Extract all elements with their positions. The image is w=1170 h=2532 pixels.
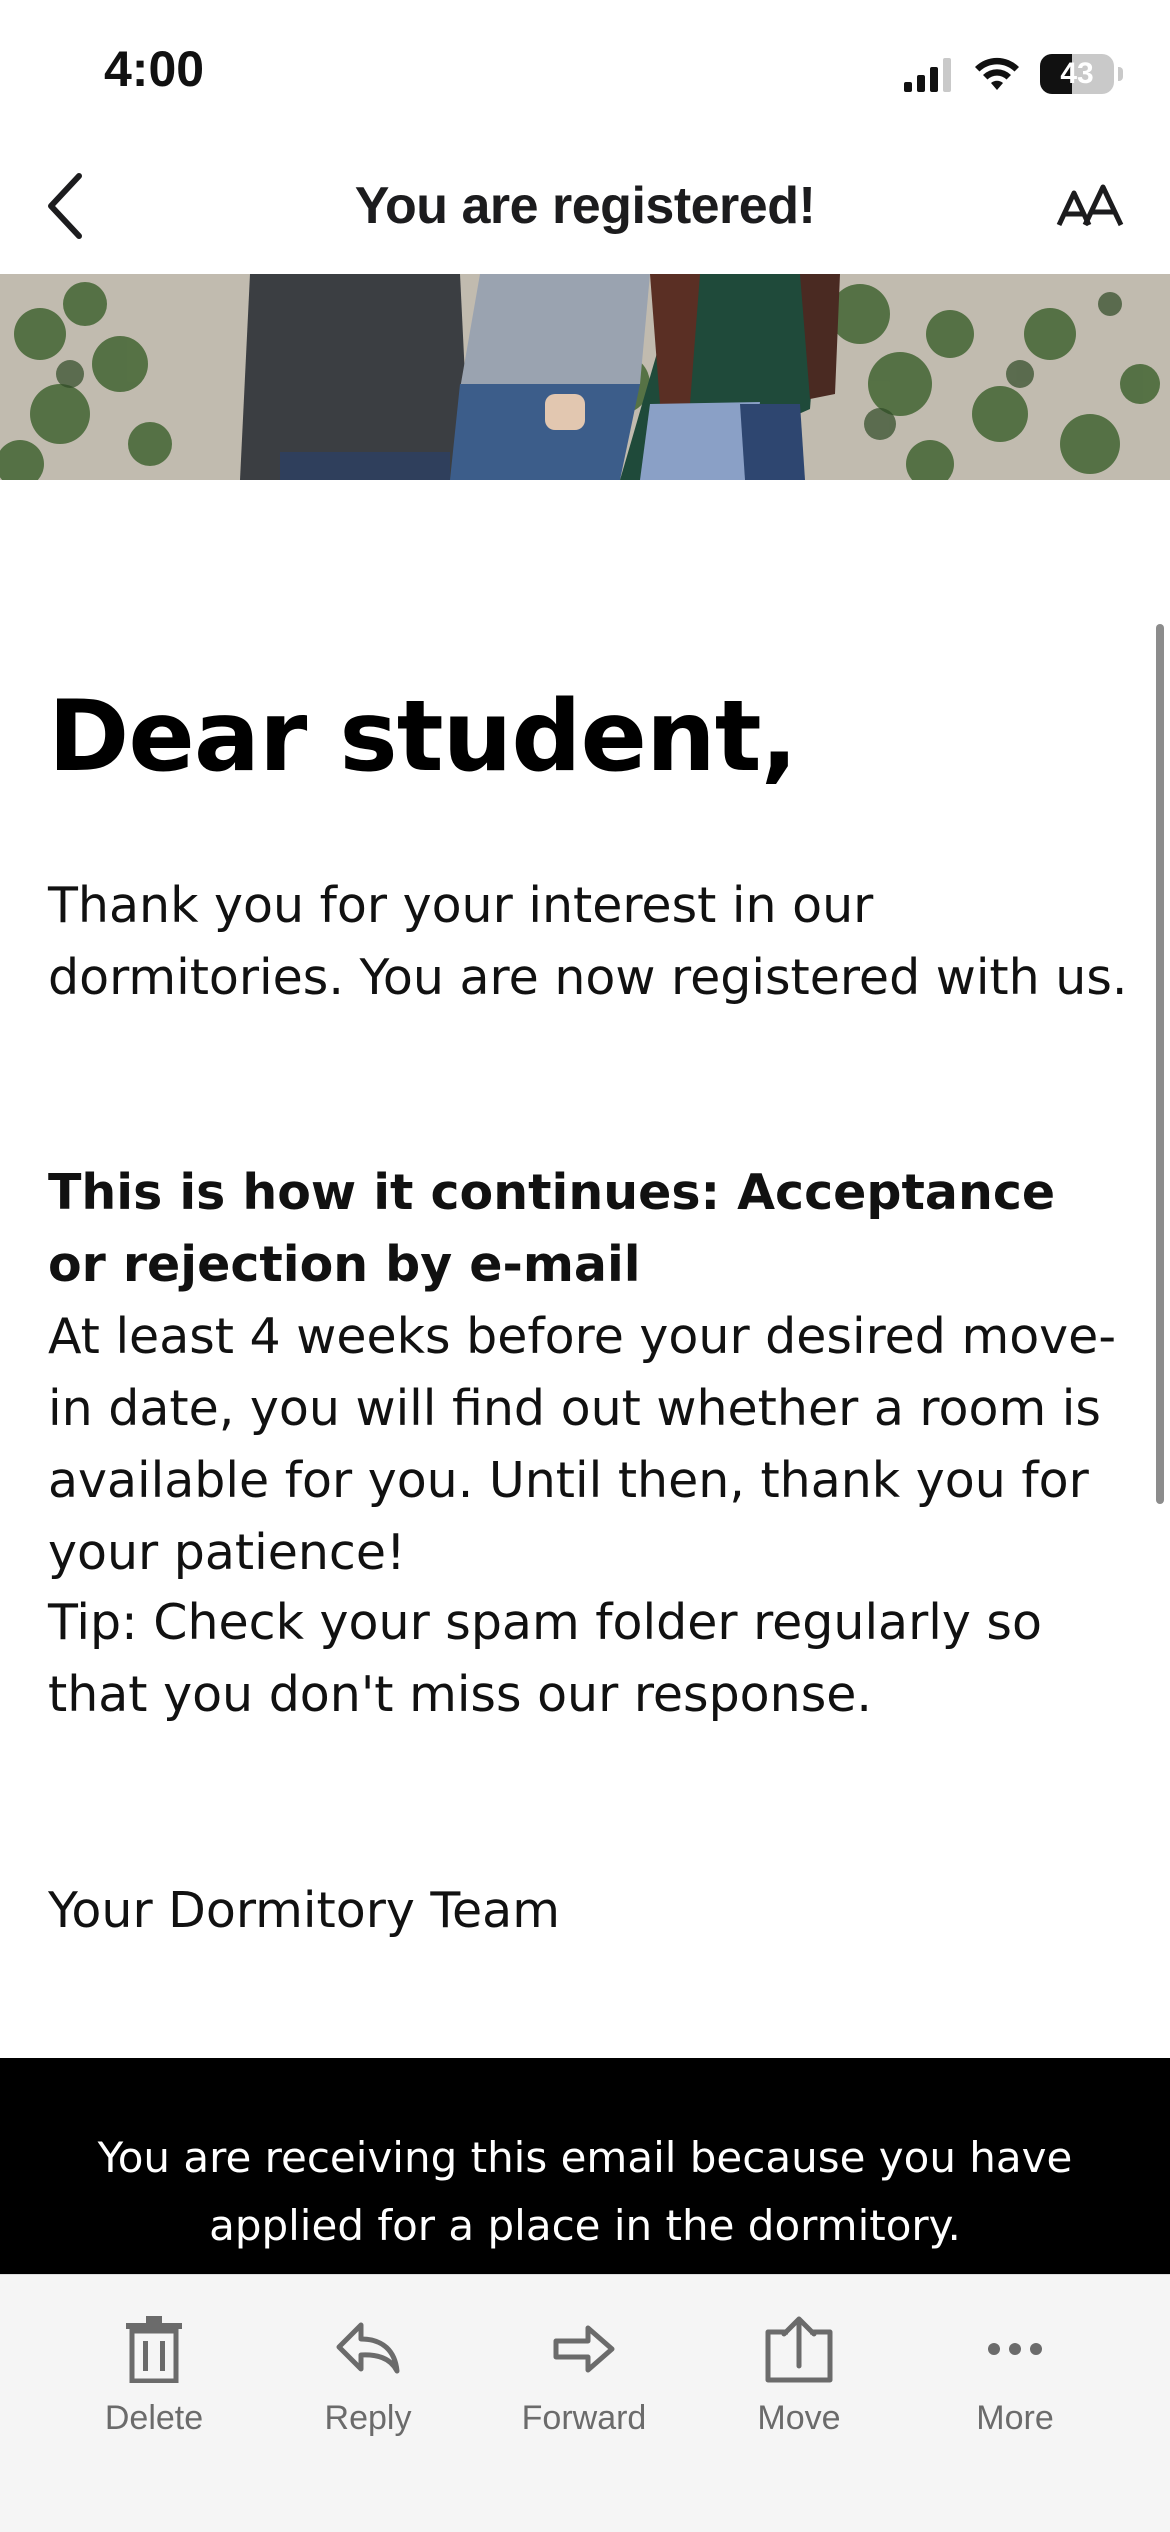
delete-label: Delete: [104, 2399, 204, 2437]
text-size-icon: [1056, 184, 1124, 227]
next-steps-body: At least 4 weeks before your desired mov…: [48, 1308, 1116, 1581]
trash-icon: [126, 2316, 182, 2383]
status-time: 4:00: [104, 41, 205, 97]
chevron-left-icon: [48, 173, 82, 239]
next-steps-heading: This is how it continues: Acceptance or …: [48, 1164, 1056, 1293]
back-button[interactable]: [30, 166, 100, 246]
cellular-signal-icon: [904, 58, 951, 92]
spam-tip: Tip: Check your spam folder regularly so…: [48, 1594, 1042, 1723]
header-photo: [0, 274, 1170, 480]
email-greeting: Dear student,: [48, 680, 798, 794]
more-icon: [988, 2343, 1042, 2355]
forward-icon: [553, 2325, 615, 2373]
mail-toolbar: Delete Reply Forward Move More: [0, 2274, 1170, 2532]
move-icon: [765, 2316, 833, 2383]
email-signature: Your Dormitory Team: [48, 1882, 560, 1939]
navigation-bar: You are registered!: [0, 140, 1170, 274]
delete-button[interactable]: Delete: [64, 2309, 244, 2438]
status-icons: 43: [902, 52, 1123, 96]
people-photo: [0, 274, 1170, 480]
reply-button[interactable]: Reply: [278, 2309, 458, 2438]
battery-cap: [1118, 67, 1123, 81]
move-button[interactable]: Move: [709, 2309, 889, 2438]
wifi-icon: [975, 57, 1019, 90]
next-steps-section: This is how it continues: Acceptance or …: [48, 1157, 1128, 1589]
forward-button[interactable]: Forward: [494, 2309, 674, 2438]
page-title: You are registered!: [354, 177, 816, 235]
more-button[interactable]: More: [925, 2309, 1105, 2438]
scrollbar[interactable]: [1156, 624, 1164, 1504]
forward-label: Forward: [521, 2399, 647, 2437]
footer-note: You are receiving this email because you…: [97, 2133, 1073, 2250]
move-label: Move: [757, 2399, 841, 2437]
status-bar: 4:00 43: [0, 0, 1170, 140]
more-label: More: [976, 2399, 1054, 2437]
email-footer: You are receiving this email because you…: [0, 2058, 1170, 2274]
email-paragraph: Thank you for your interest in our dormi…: [48, 877, 1128, 1006]
email-screen: 4:00 43 You are registered! Dear student…: [0, 0, 1170, 2532]
reply-icon: [336, 2322, 400, 2374]
battery-icon: 43: [1040, 54, 1123, 94]
battery-percentage: 43: [1060, 57, 1094, 90]
text-size-button[interactable]: [1050, 176, 1130, 236]
reply-label: Reply: [324, 2399, 412, 2437]
